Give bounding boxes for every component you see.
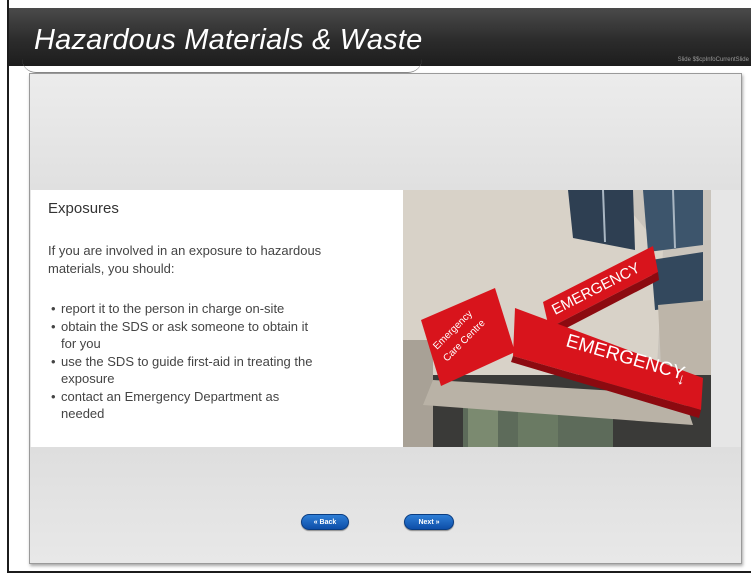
course-title: Hazardous Materials & Waste xyxy=(34,24,423,56)
back-button[interactable]: « Back xyxy=(301,514,349,530)
emergency-entrance-photo: EMERGENCY Emergency Care Centre EMERGENC… xyxy=(403,190,711,447)
intro-text: If you are involved in an exposure to ha… xyxy=(48,243,322,276)
list-item: use the SDS to guide first-aid in treati… xyxy=(48,353,318,388)
photo-margin xyxy=(711,190,740,447)
action-list: report it to the person in charge on-sit… xyxy=(48,300,318,423)
bottom-panel xyxy=(30,447,741,563)
section-heading: Exposures xyxy=(48,200,119,217)
top-panel xyxy=(30,74,741,190)
header-tab-curve xyxy=(22,58,422,73)
next-button-label: Next » xyxy=(418,518,440,526)
list-item: report it to the person in charge on-sit… xyxy=(48,300,318,318)
list-item: obtain the SDS or ask someone to obtain … xyxy=(48,318,318,353)
content-panel: Exposures If you are involved in an expo… xyxy=(31,190,403,447)
next-button[interactable]: Next » xyxy=(404,514,454,530)
slide-stage: Exposures If you are involved in an expo… xyxy=(29,73,742,564)
list-item: contact an Emergency Department as neede… xyxy=(48,388,318,423)
slide-counter: Slide $$cpInfoCurrentSlide xyxy=(677,57,749,63)
back-button-label: « Back xyxy=(313,518,337,526)
